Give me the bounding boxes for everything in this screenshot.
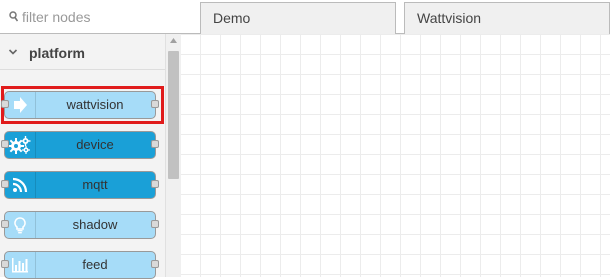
category-header-platform[interactable]: platform bbox=[0, 34, 165, 70]
output-port bbox=[151, 100, 159, 108]
filter-nodes-input[interactable] bbox=[22, 7, 172, 27]
tab-demo[interactable]: Demo bbox=[200, 2, 396, 34]
palette-node-device[interactable]: device bbox=[1, 131, 159, 159]
palette-node-shadow[interactable]: shadow bbox=[1, 211, 159, 239]
tab-label: Demo bbox=[213, 10, 251, 26]
tab-label: Wattvision bbox=[417, 10, 482, 26]
output-port bbox=[151, 220, 159, 228]
search-icon bbox=[9, 11, 18, 22]
output-port bbox=[151, 180, 159, 188]
gears-icon bbox=[5, 132, 36, 158]
node-label: shadow bbox=[72, 217, 118, 232]
output-port bbox=[151, 140, 159, 148]
node-label: device bbox=[76, 137, 114, 152]
filter-bar bbox=[0, 0, 181, 34]
node-label: wattvision bbox=[66, 97, 124, 112]
scroll-up-arrow-icon[interactable] bbox=[170, 38, 177, 43]
bar-chart-icon bbox=[5, 252, 36, 278]
tab-wattvision[interactable]: Wattvision bbox=[404, 2, 610, 34]
palette-node-mqtt[interactable]: mqtt bbox=[1, 171, 159, 199]
workspace-tab-bar: Demo Wattvision bbox=[181, 0, 610, 34]
node-label: feed bbox=[82, 257, 108, 272]
node-palette: platform wattvision bbox=[0, 0, 181, 279]
chevron-down-icon bbox=[8, 49, 18, 55]
node-label: mqtt bbox=[82, 177, 108, 192]
palette-node-feed[interactable]: feed bbox=[1, 251, 159, 279]
palette-node-wattvision[interactable]: wattvision bbox=[1, 91, 159, 119]
arrow-in-icon bbox=[5, 92, 36, 118]
lightbulb-icon bbox=[5, 212, 36, 238]
flow-workspace-canvas[interactable] bbox=[181, 34, 610, 277]
category-title: platform bbox=[29, 45, 85, 61]
feed-signal-icon bbox=[5, 172, 36, 198]
palette-scrollbar[interactable] bbox=[165, 34, 181, 277]
scrollbar-thumb[interactable] bbox=[168, 51, 179, 179]
output-port bbox=[151, 260, 159, 268]
